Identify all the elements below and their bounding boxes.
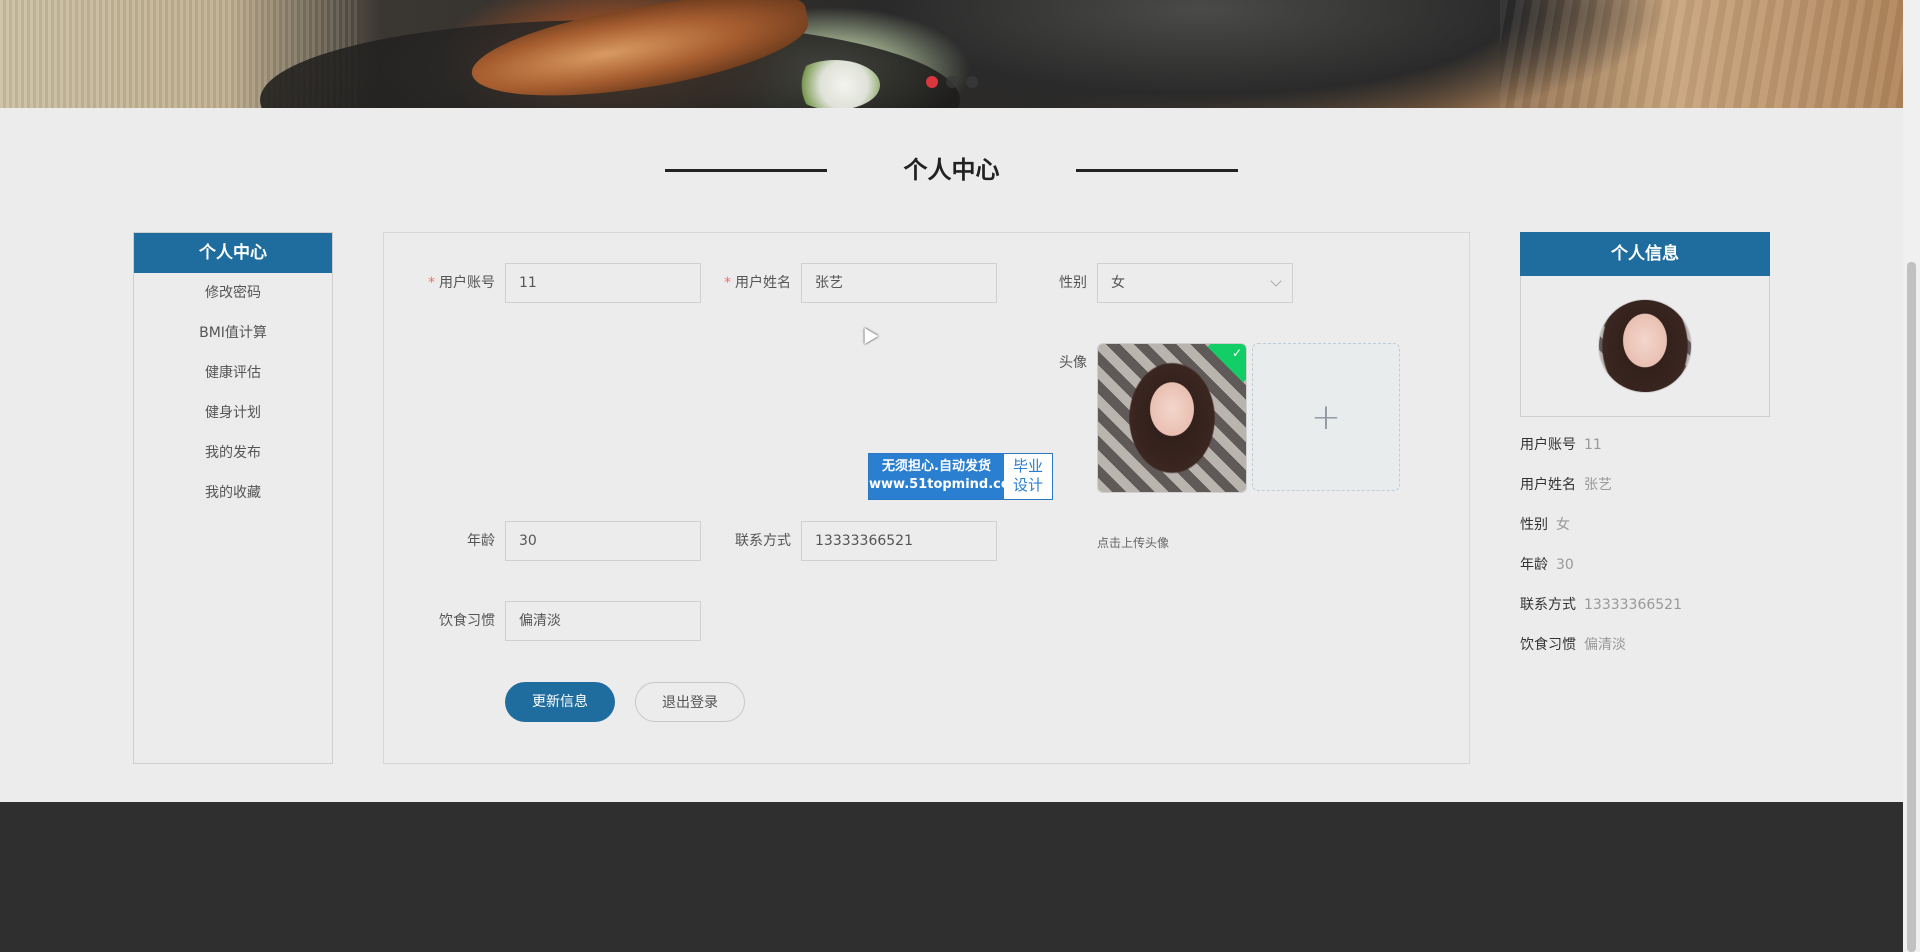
menu-item-my-posts[interactable]: 我的发布 bbox=[134, 433, 332, 473]
watermark: 无须担心.自动发货 www.51topmind.com 毕业 设计 bbox=[868, 453, 1053, 500]
banner-garnish bbox=[790, 60, 880, 108]
left-menu-title[interactable]: 个人中心 bbox=[134, 233, 332, 273]
contact-input[interactable]: 13333366521 bbox=[801, 521, 997, 561]
page-title: 个人中心 bbox=[903, 156, 1000, 184]
chevron-down-icon bbox=[1270, 275, 1282, 287]
info-row-contact: 联系方式 13333366521 bbox=[1520, 597, 1682, 613]
info-row-account: 用户账号 11 bbox=[1520, 437, 1602, 453]
banner-carousel[interactable] bbox=[0, 0, 1903, 108]
update-info-button[interactable]: 更新信息 bbox=[505, 682, 615, 722]
menu-item-bmi[interactable]: BMI值计算 bbox=[134, 313, 332, 353]
contact-label: 联系方式 bbox=[735, 533, 791, 549]
info-row-name: 用户姓名 张艺 bbox=[1520, 477, 1612, 493]
watermark-badge: 毕业 设计 bbox=[1004, 454, 1052, 499]
profile-photo-box bbox=[1520, 276, 1770, 417]
avatar-label: 头像 bbox=[1059, 355, 1087, 371]
carousel-dot-1[interactable] bbox=[926, 76, 938, 88]
gender-select-value: 女 bbox=[1111, 275, 1125, 291]
banner-wood bbox=[1500, 0, 1903, 108]
avatar-upload-button[interactable]: + bbox=[1252, 343, 1400, 491]
avatar-image bbox=[1098, 344, 1246, 492]
title-line-right bbox=[1076, 169, 1238, 172]
check-icon: ✓ bbox=[1231, 346, 1242, 360]
left-menu: 个人中心 修改密码 BMI值计算 健康评估 健身计划 我的发布 我的收藏 bbox=[133, 232, 333, 764]
age-input[interactable]: 30 bbox=[505, 521, 701, 561]
gender-select[interactable]: 女 bbox=[1097, 263, 1293, 303]
profile-card-title: 个人信息 bbox=[1520, 232, 1770, 276]
diet-label: 饮食习惯 bbox=[439, 613, 495, 629]
account-label: * 用户账号 bbox=[428, 275, 495, 291]
info-row-age: 年龄 30 bbox=[1520, 557, 1574, 573]
footer bbox=[0, 802, 1903, 952]
section-title: 个人中心 bbox=[0, 150, 1903, 190]
carousel-dot-2[interactable] bbox=[946, 76, 958, 88]
info-row-gender: 性别女 bbox=[1520, 517, 1570, 533]
upload-hint: 点击上传头像 bbox=[1097, 536, 1170, 550]
carousel-dots bbox=[926, 76, 978, 88]
account-input[interactable]: 11 bbox=[505, 263, 701, 303]
gender-label: 性别 bbox=[1059, 275, 1087, 291]
info-row-diet: 饮食习惯 偏清淡 bbox=[1520, 637, 1626, 653]
plus-icon: + bbox=[1310, 397, 1342, 438]
page-scrollbar[interactable] bbox=[1903, 0, 1920, 952]
menu-item-change-password[interactable]: 修改密码 bbox=[134, 273, 332, 313]
avatar bbox=[1599, 300, 1691, 392]
carousel-dot-3[interactable] bbox=[966, 76, 978, 88]
avatar-preview[interactable]: ✓ bbox=[1097, 343, 1247, 493]
name-input[interactable]: 张艺 bbox=[801, 263, 997, 303]
menu-item-health-assessment[interactable]: 健康评估 bbox=[134, 353, 332, 393]
diet-input[interactable]: 偏清淡 bbox=[505, 601, 701, 641]
title-line-left bbox=[665, 169, 827, 172]
name-label: * 用户姓名 bbox=[724, 275, 791, 291]
watermark-text: 无须担心.自动发货 www.51topmind.com bbox=[869, 454, 1023, 499]
scrollbar-thumb[interactable] bbox=[1907, 262, 1916, 952]
logout-button[interactable]: 退出登录 bbox=[635, 682, 745, 722]
age-label: 年龄 bbox=[467, 533, 495, 549]
menu-item-fitness-plan[interactable]: 健身计划 bbox=[134, 393, 332, 433]
profile-card: 个人信息 用户账号 11 用户姓名 张艺 性别女 年龄 30 联系方式 13333366… bbox=[1520, 232, 1770, 665]
menu-item-my-favorites[interactable]: 我的收藏 bbox=[134, 473, 332, 513]
